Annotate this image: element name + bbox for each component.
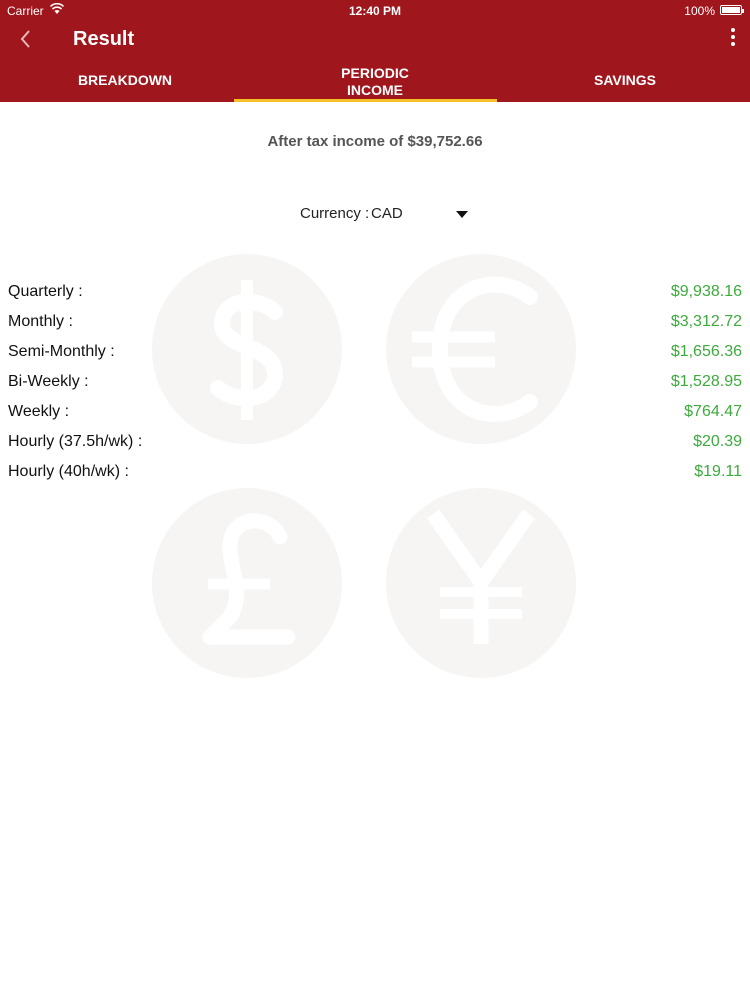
more-options-button[interactable] bbox=[728, 28, 738, 50]
currency-selector[interactable]: Currency : CAD bbox=[290, 205, 475, 225]
row-label: Hourly (40h/wk) : bbox=[8, 463, 129, 480]
row-label: Quarterly : bbox=[8, 283, 83, 300]
row-label: Bi-Weekly : bbox=[8, 373, 89, 390]
list-item: Weekly : $764.47 bbox=[0, 400, 750, 430]
tab-periodic-income-label: PERIODIC INCOME bbox=[341, 65, 409, 98]
row-label: Hourly (37.5h/wk) : bbox=[8, 433, 143, 450]
more-vertical-icon bbox=[731, 28, 735, 32]
tab-breakdown[interactable]: BREAKDOWN bbox=[0, 62, 250, 98]
battery-percent: 100% bbox=[684, 4, 715, 18]
currency-label: Currency : bbox=[300, 205, 370, 222]
status-bar: Carrier 12:40 PM 100% bbox=[0, 0, 750, 20]
app-header: Carrier 12:40 PM 100% Result BREAKDOWN P… bbox=[0, 0, 750, 102]
row-value: $1,528.95 bbox=[670, 373, 742, 390]
currency-value: CAD bbox=[371, 205, 403, 222]
page-title: Result bbox=[73, 28, 135, 50]
active-tab-indicator bbox=[234, 99, 497, 102]
row-value: $764.47 bbox=[684, 403, 742, 420]
row-label: Monthly : bbox=[8, 313, 73, 330]
row-value: $19.11 bbox=[694, 463, 742, 480]
after-tax-summary: After tax income of $39,752.66 bbox=[267, 133, 483, 150]
row-label: Semi-Monthly : bbox=[8, 343, 115, 360]
list-item: Hourly (37.5h/wk) : $20.39 bbox=[0, 430, 750, 460]
tab-periodic-income[interactable]: PERIODIC INCOME bbox=[250, 62, 500, 102]
row-value: $3,312.72 bbox=[670, 313, 742, 330]
row-value: $1,656.36 bbox=[670, 343, 742, 360]
row-value: $9,938.16 bbox=[670, 283, 742, 300]
chevron-left-icon bbox=[20, 30, 30, 48]
periodic-income-list: Quarterly : $9,938.16 Monthly : $3,312.72 Se… bbox=[0, 280, 750, 490]
row-label: Weekly : bbox=[8, 403, 70, 420]
pound-icon bbox=[152, 488, 342, 678]
list-item: Monthly : $3,312.72 bbox=[0, 310, 750, 340]
row-value: $20.39 bbox=[693, 433, 742, 450]
list-item: Hourly (40h/wk) : $19.11 bbox=[0, 460, 750, 490]
list-item: Quarterly : $9,938.16 bbox=[0, 280, 750, 310]
back-button[interactable] bbox=[14, 26, 38, 52]
caret-down-icon bbox=[456, 211, 468, 218]
tab-savings[interactable]: SAVINGS bbox=[500, 62, 750, 98]
yen-icon bbox=[386, 488, 576, 678]
list-item: Semi-Monthly : $1,656.36 bbox=[0, 340, 750, 370]
list-item: Bi-Weekly : $1,528.95 bbox=[0, 370, 750, 400]
status-time: 12:40 PM bbox=[348, 4, 402, 18]
battery-icon bbox=[720, 5, 744, 15]
